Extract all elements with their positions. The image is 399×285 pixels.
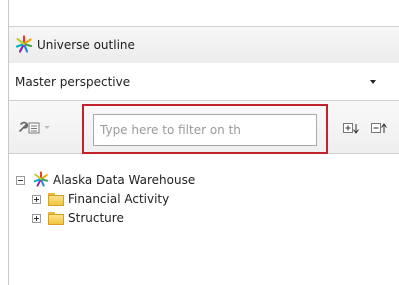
tree-node-financial-activity[interactable]: Financial Activity [32,189,169,209]
perspective-dropdown[interactable]: Master perspective [9,63,399,101]
universe-star-icon [15,34,33,56]
expand-all-icon[interactable] [343,123,361,138]
expand-node-icon[interactable] [32,194,41,204]
universe-star-icon [33,170,49,190]
panel-title: Universe outline [37,38,135,52]
tree-node-label: Alaska Data Warehouse [53,173,196,187]
tree-node-root[interactable]: Alaska Data Warehouse [16,170,195,190]
collapse-all-icon[interactable] [371,123,389,138]
tree-node-label: Structure [68,211,124,225]
folder-icon [48,211,64,225]
filter-input[interactable] [93,114,317,146]
chevron-down-icon[interactable] [370,80,376,84]
wrench-icon[interactable] [17,119,41,140]
perspective-selected: Master perspective [15,74,131,89]
folder-icon [48,192,64,206]
outline-toolbar [9,101,399,154]
universe-outline-panel: Universe outline Master perspective Type… [8,0,399,285]
collapse-node-icon[interactable] [16,175,25,185]
expand-node-icon[interactable] [32,213,41,223]
panel-title-bar: Universe outline [9,26,399,64]
tool-menu-chevron-icon[interactable] [44,126,50,129]
tree-node-label: Financial Activity [68,192,170,206]
tree-node-structure[interactable]: Structure [32,208,124,228]
